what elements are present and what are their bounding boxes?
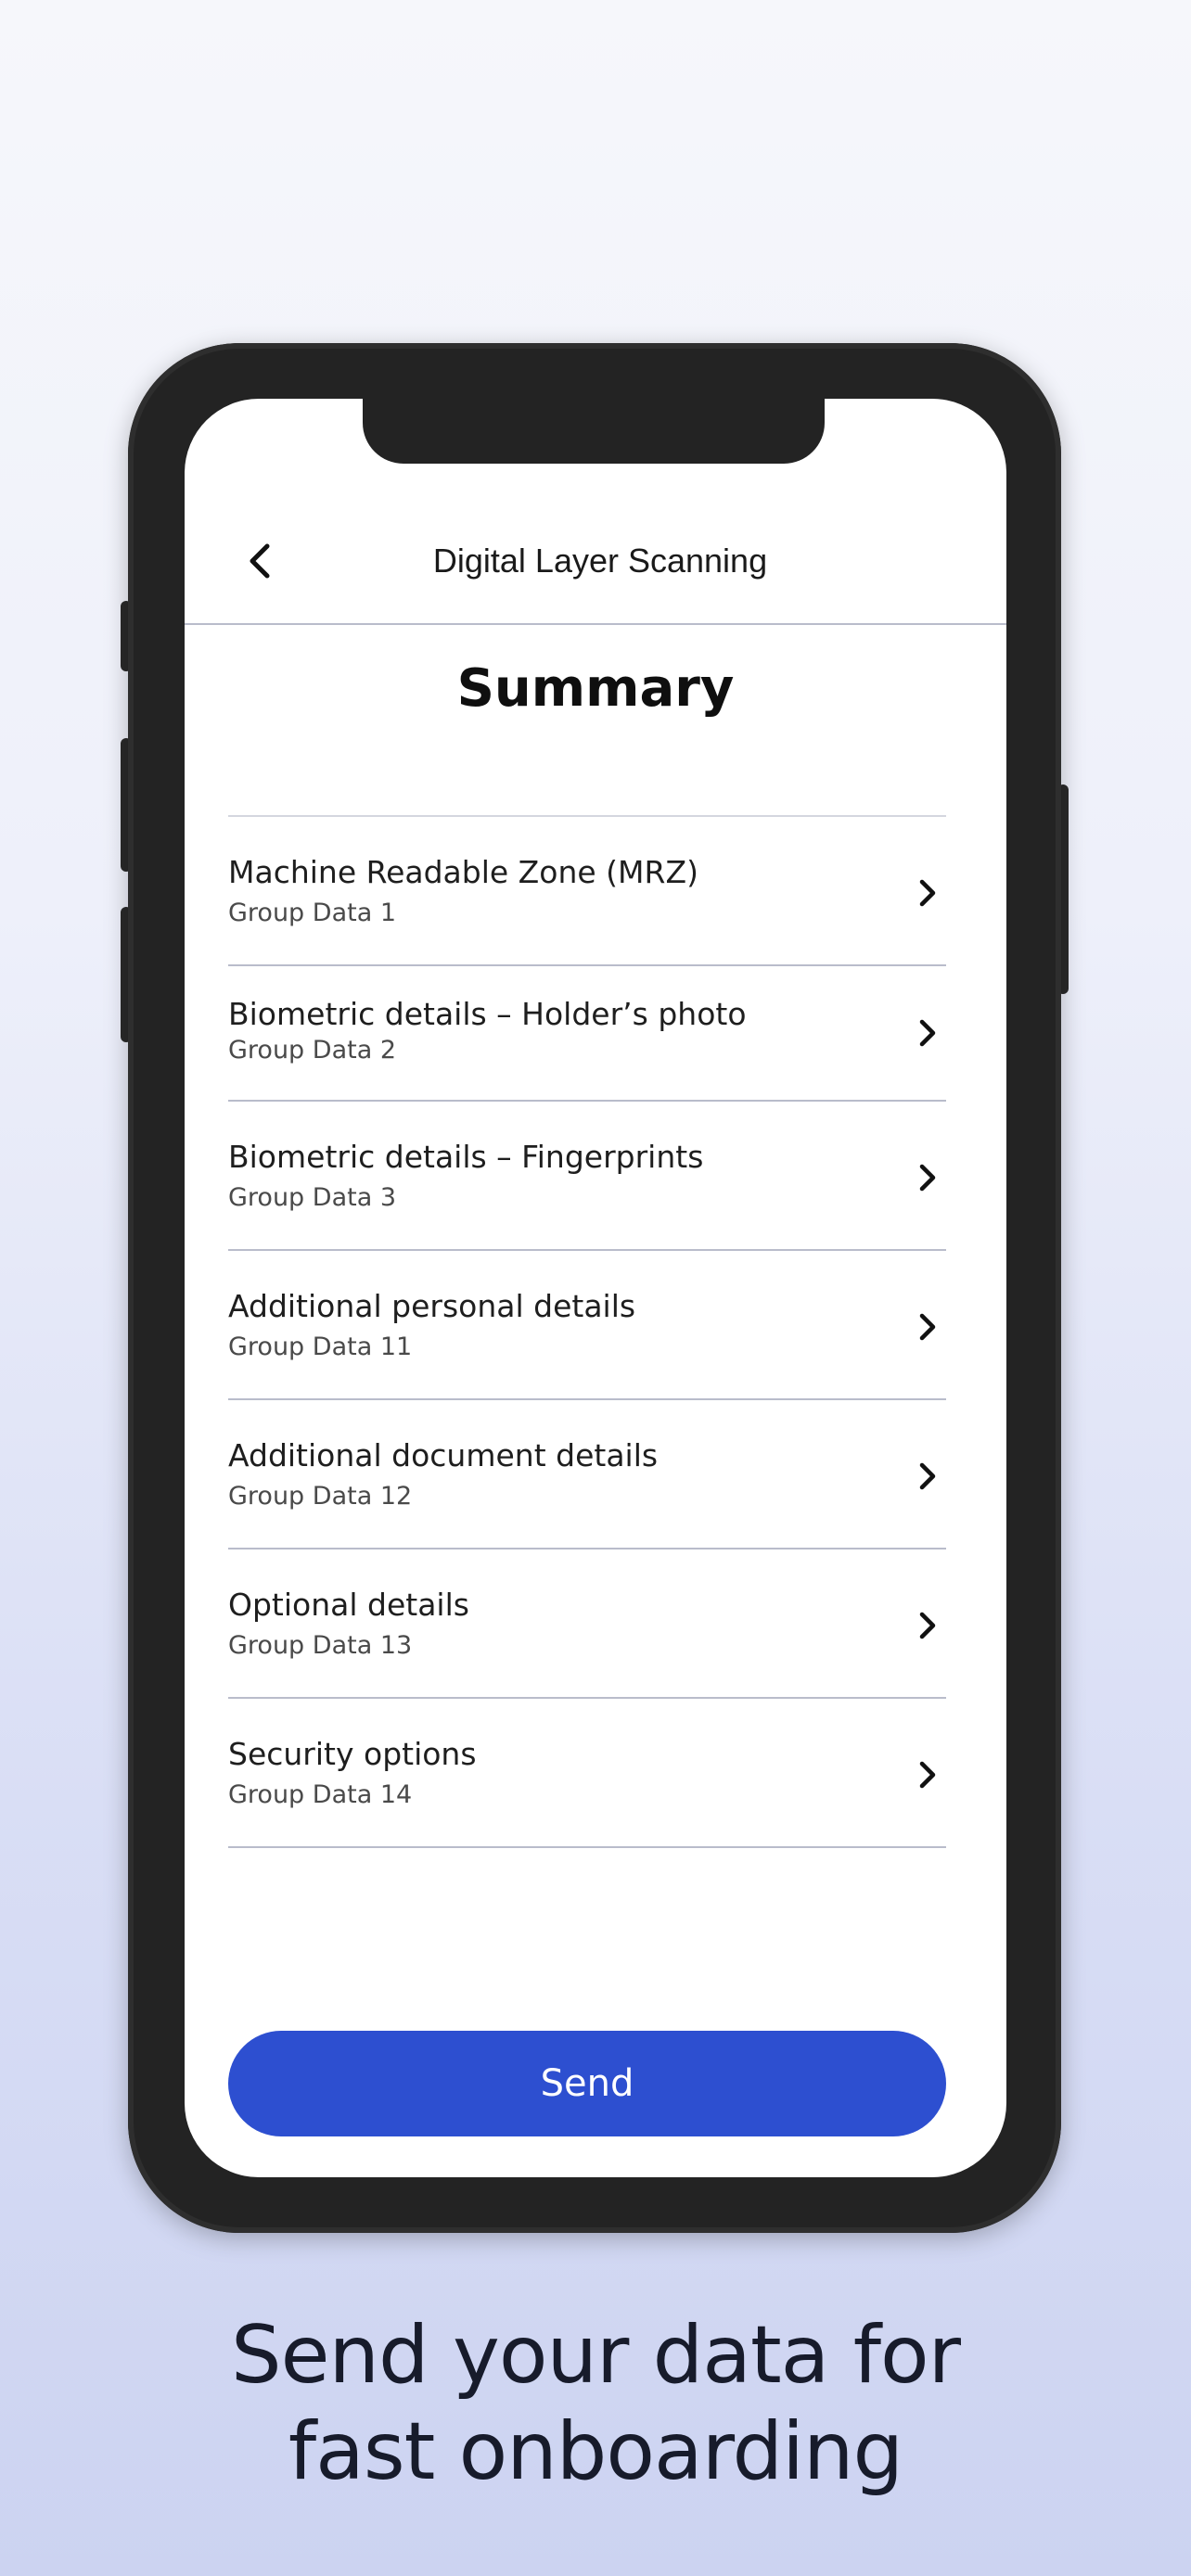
phone-notch [363, 399, 825, 464]
page-title: Summary [456, 658, 735, 719]
send-button[interactable]: Send [228, 2031, 946, 2136]
list-item-subtitle: Group Data 2 [228, 1036, 397, 1065]
list-item-subtitle: Group Data 3 [228, 1183, 397, 1212]
chevron-right-icon [919, 1761, 936, 1789]
list-item-fingerprints[interactable]: Biometric details – Fingerprints Group D… [228, 1102, 946, 1251]
tagline-line-1: Send your data for [231, 2309, 961, 2402]
list-item-title: Security options [228, 1736, 477, 1772]
list-item-security-options[interactable]: Security options Group Data 14 [228, 1699, 946, 1848]
chevron-right-icon [919, 879, 936, 907]
list-item-subtitle: Group Data 13 [228, 1631, 413, 1660]
list-item-optional-details[interactable]: Optional details Group Data 13 [228, 1549, 946, 1699]
list-item-title: Additional personal details [228, 1288, 636, 1324]
marketing-tagline: Send your data for fast onboarding [0, 2307, 1191, 2500]
chevron-right-icon [919, 1019, 936, 1047]
chevron-right-icon [919, 1462, 936, 1490]
list-item-title: Biometric details – Fingerprints [228, 1139, 704, 1175]
chevron-right-icon [919, 1313, 936, 1341]
phone-screen: Digital Layer Scanning Summary Machine R… [185, 399, 1006, 2177]
list-item-subtitle: Group Data 14 [228, 1780, 413, 1809]
list-item-subtitle: Group Data 1 [228, 899, 397, 927]
chevron-right-icon [919, 1612, 936, 1639]
app-header: Digital Layer Scanning [185, 482, 1006, 625]
list-item-title: Biometric details – Holder’s photo [228, 996, 747, 1032]
summary-list: Machine Readable Zone (MRZ) Group Data 1… [228, 815, 946, 1848]
list-item-title: Additional document details [228, 1437, 659, 1473]
list-item-document-details[interactable]: Additional document details Group Data 1… [228, 1400, 946, 1549]
list-item-subtitle: Group Data 11 [228, 1333, 413, 1361]
list-item-title: Optional details [228, 1587, 469, 1623]
list-item-subtitle: Group Data 12 [228, 1482, 413, 1511]
chevron-right-icon [919, 1164, 936, 1192]
tagline-line-2: fast onboarding [288, 2405, 903, 2498]
list-item-mrz[interactable]: Machine Readable Zone (MRZ) Group Data 1 [228, 817, 946, 966]
list-item-title: Machine Readable Zone (MRZ) [228, 854, 698, 890]
header-title: Digital Layer Scanning [432, 542, 768, 580]
list-item-holder-photo[interactable]: Biometric details – Holder’s photo Group… [228, 966, 946, 1102]
list-item-personal-details[interactable]: Additional personal details Group Data 1… [228, 1251, 946, 1400]
